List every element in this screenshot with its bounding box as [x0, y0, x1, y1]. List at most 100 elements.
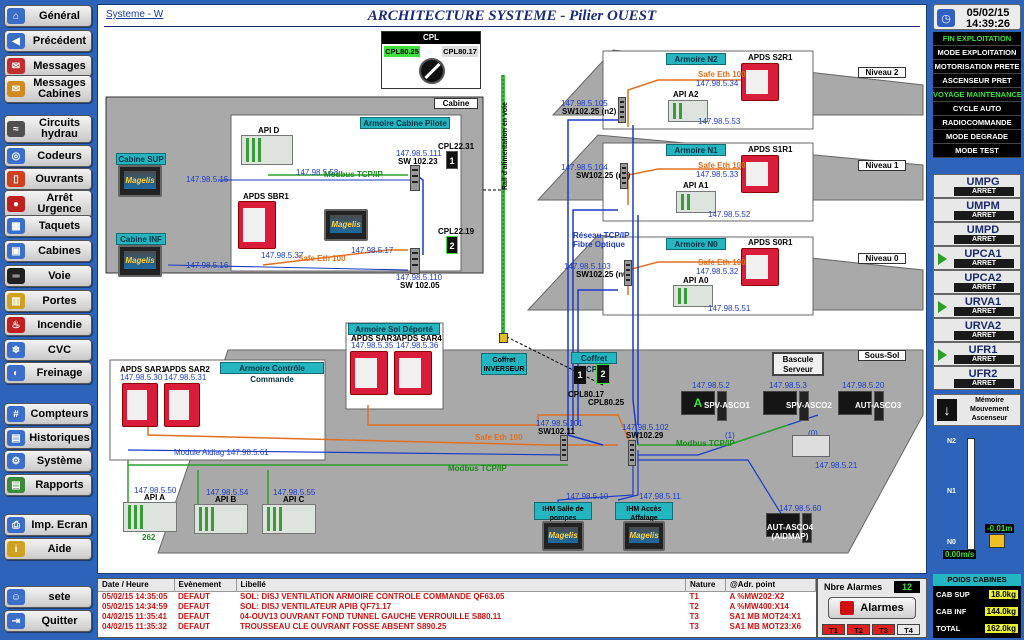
aut-asco4-label: AUT-ASCO4 (AIDMAP) [766, 523, 814, 541]
nav-messages-cabines[interactable]: ✉ Messages Cabines [4, 75, 92, 103]
safe-eth-cabine: Safe Eth 100 [298, 254, 346, 263]
alarm-filter-t3[interactable]: T3 [872, 624, 895, 635]
printer-icon [792, 435, 830, 457]
safe-eth-ss: Safe Eth 100 [475, 433, 523, 442]
lift-upca1[interactable]: UPCA1 ARRET [933, 246, 1021, 270]
api-a0-device [673, 285, 713, 307]
lift-umpg[interactable]: UMPG ARRET [933, 174, 1021, 198]
alarm-cell-adr: SA1 MB MOT23:X6 [729, 621, 802, 631]
level-label-n2: Niveau 2 [858, 67, 906, 78]
nav-label: Circuits hydrau [39, 117, 80, 140]
alarm-row[interactable]: 04/02/15 11:35:32 DEFAUT TROUSSEAU CLE OUV… [98, 621, 816, 631]
play-arrow-icon [938, 253, 947, 265]
poids-cabines: POIDS CABINES CAB SUP 18.0kg CAB INF 144.0… [933, 574, 1021, 638]
nav-codeurs[interactable]: ◎ Codeurs [4, 145, 92, 167]
alarm-row[interactable]: 05/02/15 14:35:05 DEFAUT SOL: DISJ VENTILA… [98, 591, 816, 601]
clock: ◷ 05/02/15 14:39:26 [933, 4, 1021, 30]
alarm-table: Date / Heure Evènement Libellé Nature @Adr. … [97, 578, 817, 638]
alarm-controls: Nbre Alarmes 12 Alarmes T1 T2 T3 T4 [817, 578, 927, 638]
safe-eth-n2: Safe Eth 100 [698, 70, 746, 79]
left-navigation: ⌂ Général ◀ Précédent ✉ Messages ✉ Messages Cab… [0, 0, 96, 640]
nav-pr-c-dent[interactable]: ◀ Précédent [4, 30, 92, 52]
system-icon: ⚙ [7, 453, 25, 469]
alarm-filter-t4[interactable]: T4 [897, 624, 920, 635]
nav-label: Messages [33, 59, 86, 72]
nav-rapports[interactable]: ▤ Rapports [4, 474, 92, 496]
nav-syst-me[interactable]: ⚙ Système [4, 450, 92, 472]
lift-urva2[interactable]: URVA2 ARRET [933, 318, 1021, 342]
alarm-cell-nat: T1 [689, 591, 699, 601]
ip-apds-n1: 147.98.5.33 [696, 170, 739, 179]
door-icon: ▯ [7, 171, 25, 187]
nav-cabines[interactable]: ▣ Cabines [4, 240, 92, 262]
apds-s2r1-device [741, 63, 779, 101]
nav-voie[interactable]: ═ Voie [4, 265, 92, 287]
ip-api-n0: 147.98.5.51 [708, 304, 751, 313]
nav-messages[interactable]: ✉ Messages [4, 55, 92, 77]
apds-s2r1-label: APDS S2R1 [748, 53, 793, 62]
lift-state: ARRET [954, 259, 1014, 268]
cpl-22-31-device: 1 [446, 151, 458, 169]
level-label-cabine: Cabine [434, 98, 478, 109]
ihm-acces-affalage-title: IHM Accès Affalage [615, 502, 673, 522]
alarm-filter-t2[interactable]: T2 [847, 624, 870, 635]
nav-label: Taquets [38, 219, 81, 232]
spv-asco1-label: SPV-ASCO1 [704, 401, 750, 410]
switch-ss1-label: SW102.11 [538, 427, 575, 436]
alarm-cell-ev: DEFAUT [178, 611, 210, 621]
alarm-cell-date: 04/02/15 11:35:41 [102, 611, 167, 621]
shaft-indicator: N2 N1 N0 -0.01m 0.00m/s [933, 432, 1021, 564]
nav-ouvrants[interactable]: ▯ Ouvrants [4, 168, 92, 190]
lift-upca2[interactable]: UPCA2 ARRET [933, 270, 1021, 294]
alarm-col-header: Evènement [174, 579, 237, 592]
alarm-row[interactable]: 05/02/15 14:34:59 DEFAUT SOL: DISJ VENTILA… [98, 601, 816, 611]
cpl-22-19-device: 2 [446, 236, 458, 254]
lift-urva1[interactable]: URVA1 ARRET [933, 294, 1021, 318]
nav-quitter[interactable]: ⇥ Quitter [4, 610, 92, 632]
nav-arr-t-urgence[interactable]: ● Arrêt Urgence [4, 190, 92, 218]
nav-freinage[interactable]: ◐ Freinage [4, 362, 92, 384]
lift-state: ARRET [954, 235, 1014, 244]
cabine-magelis-screen: Magelis [324, 209, 368, 241]
track-icon: ═ [7, 268, 25, 284]
safe-eth-n0: Safe Eth 100 [698, 258, 746, 267]
ip-apds-n0: 147.98.5.32 [696, 267, 739, 276]
poids-title: POIDS CABINES [933, 574, 1021, 586]
gate-icon: ▥ [7, 293, 25, 309]
nav-incendie[interactable]: ♨ Incendie [4, 314, 92, 336]
apds-sar2-device [164, 383, 200, 427]
alarm-row[interactable]: 04/02/15 11:35:41 DEFAUT 04-OUV13 OUVRANT … [98, 611, 816, 621]
armoire-n1-title: Armoire N1 [666, 144, 726, 156]
nav-circuits-hydrau[interactable]: ≈ Circuits hydrau [4, 115, 92, 143]
lift-umpm[interactable]: UMPM ARRET [933, 198, 1021, 222]
bascule-serveur-button[interactable]: Bascule Serveur [772, 352, 824, 376]
alarm-cell-adr: SA1 MB MOT24:X1 [729, 611, 802, 621]
cpl-selector-knob[interactable] [419, 58, 445, 84]
alarm-cell-adr: A %MW202:X2 [729, 591, 785, 601]
nav-aide[interactable]: i Aide [4, 538, 92, 560]
nav-g-n-ral[interactable]: ⌂ Général [4, 5, 92, 27]
nav-label: Messages Cabines [33, 77, 86, 100]
memoire-button[interactable]: ↓ Mémoire Mouvement Ascenseur [933, 394, 1021, 426]
api-a0-label: API A0 [683, 276, 709, 285]
mode-motorisation-prete: MOTORISATION PRETE [933, 60, 1021, 74]
nav-portes[interactable]: ▥ Portes [4, 290, 92, 312]
nav-cvc[interactable]: ❄ CVC [4, 339, 92, 361]
ip-cab-inf: 147.98.5.16 [186, 261, 229, 270]
nav-sete[interactable]: ☺ sete [4, 586, 92, 608]
alarms-button[interactable]: Alarmes [828, 597, 916, 619]
lift-ufr2[interactable]: UFR2 ARRET [933, 366, 1021, 390]
poids-row-inf: CAB INF 144.0kg [936, 607, 1018, 616]
nav-compteurs[interactable]: # Compteurs [4, 403, 92, 425]
lift-ufr1[interactable]: UFR1 ARRET [933, 342, 1021, 366]
alarm-filter-t1[interactable]: T1 [822, 624, 845, 635]
coffret-cpl80-25: CPL80.25 [588, 398, 625, 407]
nav-taquets[interactable]: ▦ Taquets [4, 215, 92, 237]
ip-aut4: 147.98.5.60 [779, 504, 822, 513]
reseau-fibre-label: Réseau TCP/IP Fibre Optique [573, 231, 630, 249]
lift-umpd[interactable]: UMPD ARRET [933, 222, 1021, 246]
nav-historiques[interactable]: ▤ Historiques [4, 427, 92, 449]
alarm-cell-nat: T2 [689, 601, 699, 611]
report-icon: ▤ [7, 477, 25, 493]
nav-imp-ecran[interactable]: ⎙ Imp. Ecran [4, 514, 92, 536]
